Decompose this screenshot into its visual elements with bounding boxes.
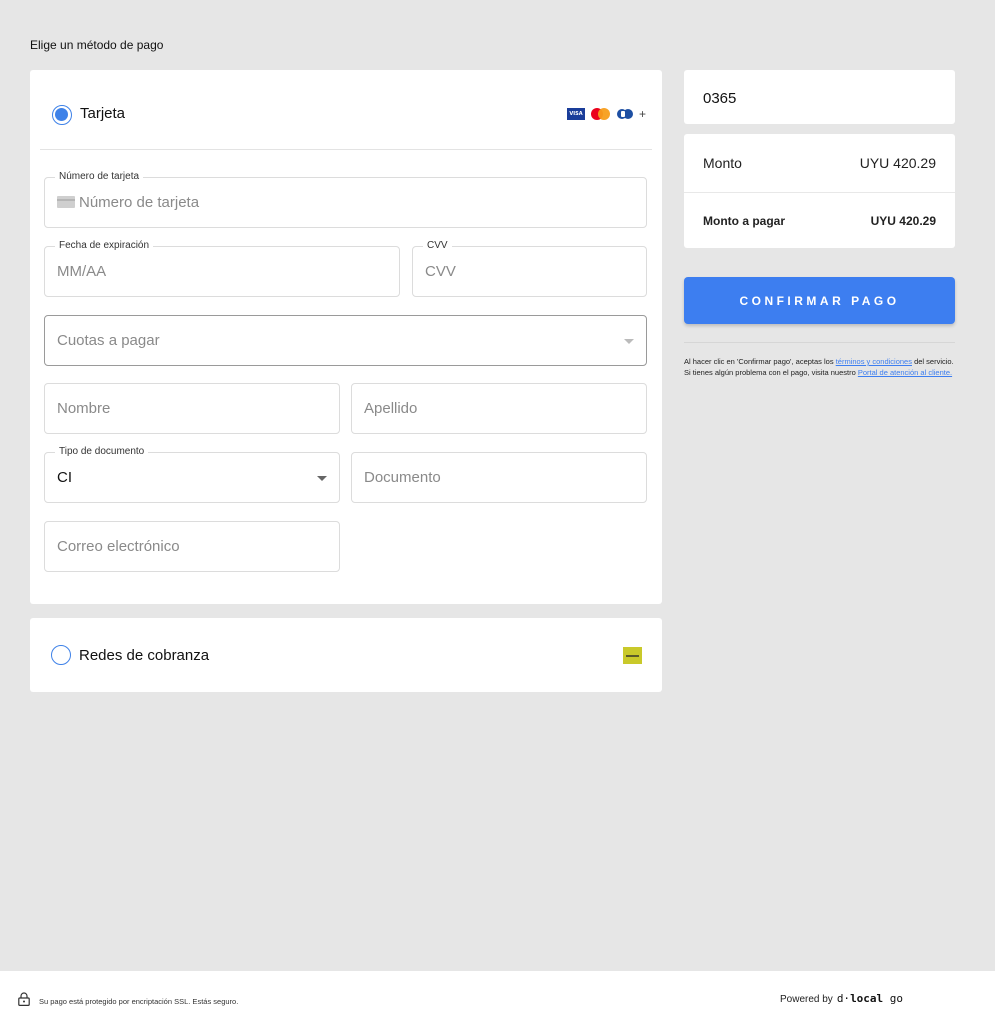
lock-icon xyxy=(18,992,30,1006)
amount-summary-card: Monto UYU 420.29 Monto a pagar UYU 420.2… xyxy=(684,134,955,248)
amount-row: Monto UYU 420.29 xyxy=(703,155,936,171)
document-type-select[interactable]: Tipo de documento CI xyxy=(44,446,340,503)
total-row: Monto a pagar UYU 420.29 xyxy=(703,214,936,228)
card-method-radio[interactable] xyxy=(52,105,72,125)
terms-notice: Al hacer clic en 'Confirmar pago', acept… xyxy=(684,356,955,378)
brand-prefix: d· xyxy=(836,992,851,1005)
card-number-placeholder-text: Número de tarjeta xyxy=(79,194,200,211)
total-label: Monto a pagar xyxy=(703,214,786,228)
cash-network-logo-icon xyxy=(623,647,642,664)
order-number-card: 0365 xyxy=(684,70,955,124)
support-portal-link[interactable]: Portal de atención al cliente. xyxy=(858,368,952,377)
cvv-legend: CVV xyxy=(423,240,452,252)
document-placeholder: Documento xyxy=(364,469,441,486)
document-type-legend: Tipo de documento xyxy=(55,446,149,458)
page-heading: Elige un método de pago xyxy=(30,38,164,52)
cash-method-radio[interactable] xyxy=(51,645,71,665)
terms-text-before: Al hacer clic en 'Confirmar pago', acept… xyxy=(684,357,836,366)
cash-method-label[interactable]: Redes de cobranza xyxy=(79,647,209,664)
powered-by: Powered by d·local go xyxy=(780,992,903,1005)
document-field[interactable]: Documento xyxy=(351,452,647,503)
credit-card-icon xyxy=(57,196,75,208)
total-value: UYU 420.29 xyxy=(870,214,936,228)
powered-by-text: Powered by xyxy=(780,994,833,1005)
expiry-field[interactable]: Fecha de expiración MM/AA xyxy=(44,240,400,297)
payment-method-card-panel: Tarjeta VISA + Número de tarjeta Número … xyxy=(30,70,662,604)
confirm-payment-button[interactable]: CONFIRMAR PAGO xyxy=(684,277,955,324)
section-divider xyxy=(40,149,652,150)
installments-select[interactable]: Cuotas a pagar xyxy=(44,315,647,366)
installments-placeholder: Cuotas a pagar xyxy=(57,332,160,349)
card-number-legend: Número de tarjeta xyxy=(55,171,144,183)
last-name-placeholder: Apellido xyxy=(364,400,418,417)
email-field[interactable]: Correo electrónico xyxy=(44,521,340,572)
card-brand-logos: VISA + xyxy=(566,107,646,121)
order-number: 0365 xyxy=(703,90,737,107)
ssl-security-text: Su pago está protegido por encriptación … xyxy=(39,997,239,1006)
brand-bold: local xyxy=(850,992,884,1005)
document-type-value: CI xyxy=(57,469,72,486)
chevron-down-icon xyxy=(624,339,634,344)
footer: Su pago está protegido por encriptación … xyxy=(0,971,995,1024)
cvv-field[interactable]: CVV CVV xyxy=(412,240,647,297)
first-name-placeholder: Nombre xyxy=(57,400,111,417)
chevron-down-icon xyxy=(317,476,327,481)
card-method-label[interactable]: Tarjeta xyxy=(80,105,125,122)
visa-logo-icon: VISA xyxy=(566,108,585,120)
email-placeholder: Correo electrónico xyxy=(57,538,180,555)
expiry-placeholder: MM/AA xyxy=(57,263,107,280)
first-name-field[interactable]: Nombre xyxy=(44,383,340,434)
amount-label: Monto xyxy=(703,155,742,171)
payment-method-cash-panel[interactable]: Redes de cobranza xyxy=(30,618,662,692)
mastercard-logo-icon xyxy=(590,108,611,120)
right-divider xyxy=(684,342,955,343)
dlocal-go-logo: d·local go xyxy=(837,992,903,1005)
last-name-field[interactable]: Apellido xyxy=(351,383,647,434)
amount-divider xyxy=(684,192,955,193)
cvv-placeholder: CVV xyxy=(425,263,456,280)
amount-value: UYU 420.29 xyxy=(859,155,936,171)
expiry-legend: Fecha de expiración xyxy=(55,240,154,252)
brand-suffix: go xyxy=(883,992,904,1005)
card-number-placeholder: Número de tarjeta xyxy=(57,194,199,211)
diners-logo-icon xyxy=(616,108,633,120)
more-brands-indicator: + xyxy=(638,107,646,121)
terms-link[interactable]: términos y condiciones xyxy=(836,357,912,366)
card-number-field[interactable]: Número de tarjeta Número de tarjeta xyxy=(44,171,647,228)
